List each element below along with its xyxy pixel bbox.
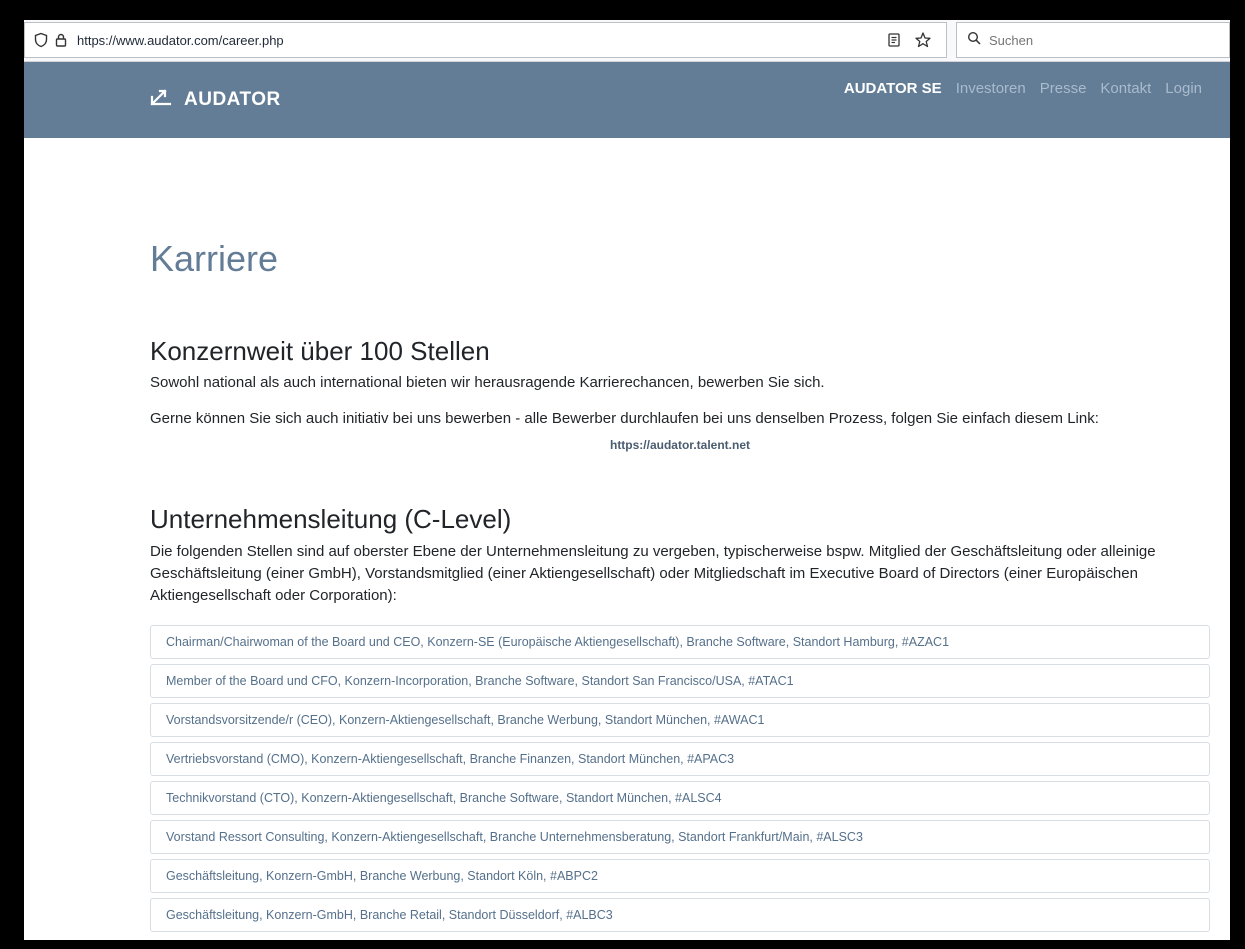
talent-link[interactable]: https://audator.talent.net xyxy=(610,438,750,452)
brand-name[interactable]: AUDATOR xyxy=(184,89,281,111)
search-box[interactable] xyxy=(956,22,1230,58)
logo-icon xyxy=(150,88,172,112)
bookmark-star-icon[interactable] xyxy=(914,31,932,54)
address-bar[interactable]: https://www.audator.com/career.php xyxy=(24,22,947,58)
nav-link-kontakt[interactable]: Kontakt xyxy=(1100,80,1151,97)
job-item[interactable]: Member of the Board und CFO, Konzern-Inc… xyxy=(150,664,1210,698)
job-item[interactable]: Chairman/Chairwoman of the Board und CEO… xyxy=(150,625,1210,659)
nav-link-presse[interactable]: Presse xyxy=(1040,80,1087,97)
section-heading-c-level: Unternehmensleitung (C-Level) xyxy=(150,504,512,534)
job-list: Chairman/Chairwoman of the Board und CEO… xyxy=(150,625,1210,937)
job-item[interactable]: Geschäftsleitung, Konzern-GmbH, Branche … xyxy=(150,859,1210,893)
job-item[interactable]: Technikvorstand (CTO), Konzern-Aktienges… xyxy=(150,781,1210,815)
job-item[interactable]: Geschäftsleitung, Konzern-GmbH, Branche … xyxy=(150,898,1210,932)
search-input[interactable] xyxy=(987,31,1211,49)
nav-link-login[interactable]: Login xyxy=(1165,80,1202,97)
browser-toolbar: https://www.audator.com/career.php xyxy=(24,20,1230,62)
search-icon xyxy=(967,31,981,50)
nav-link-investoren[interactable]: Investoren xyxy=(956,80,1026,97)
url-text[interactable]: https://www.audator.com/career.php xyxy=(77,33,284,48)
site-navbar: AUDATOR AUDATOR SE Investoren Presse Kon… xyxy=(24,62,1230,138)
section-text-1: Sowohl national als auch international b… xyxy=(150,374,825,391)
job-item[interactable]: Vorstand Ressort Consulting, Konzern-Akt… xyxy=(150,820,1210,854)
brand[interactable]: AUDATOR xyxy=(150,88,281,112)
lock-icon[interactable] xyxy=(51,30,71,50)
talent-link-line: https://audator.talent.net xyxy=(150,438,1210,452)
page-title: Karriere xyxy=(150,238,279,279)
reader-mode-icon[interactable] xyxy=(886,32,902,53)
browser-window: https://www.audator.com/career.php AUDAT… xyxy=(24,20,1230,940)
shield-icon[interactable] xyxy=(31,30,51,50)
nav-links: AUDATOR SE Investoren Presse Kontakt Log… xyxy=(844,80,1202,97)
nav-link-audator-se[interactable]: AUDATOR SE xyxy=(844,80,942,97)
section-heading-stellen: Konzernweit über 100 Stellen xyxy=(150,336,490,366)
section-intro-c-level: Die folgenden Stellen sind auf oberster … xyxy=(150,543,1156,604)
section-text-2: Gerne können Sie sich auch initiativ bei… xyxy=(150,410,1099,427)
job-item[interactable]: Vertriebsvorstand (CMO), Konzern-Aktieng… xyxy=(150,742,1210,776)
job-item[interactable]: Vorstandsvorsitzende/r (CEO), Konzern-Ak… xyxy=(150,703,1210,737)
